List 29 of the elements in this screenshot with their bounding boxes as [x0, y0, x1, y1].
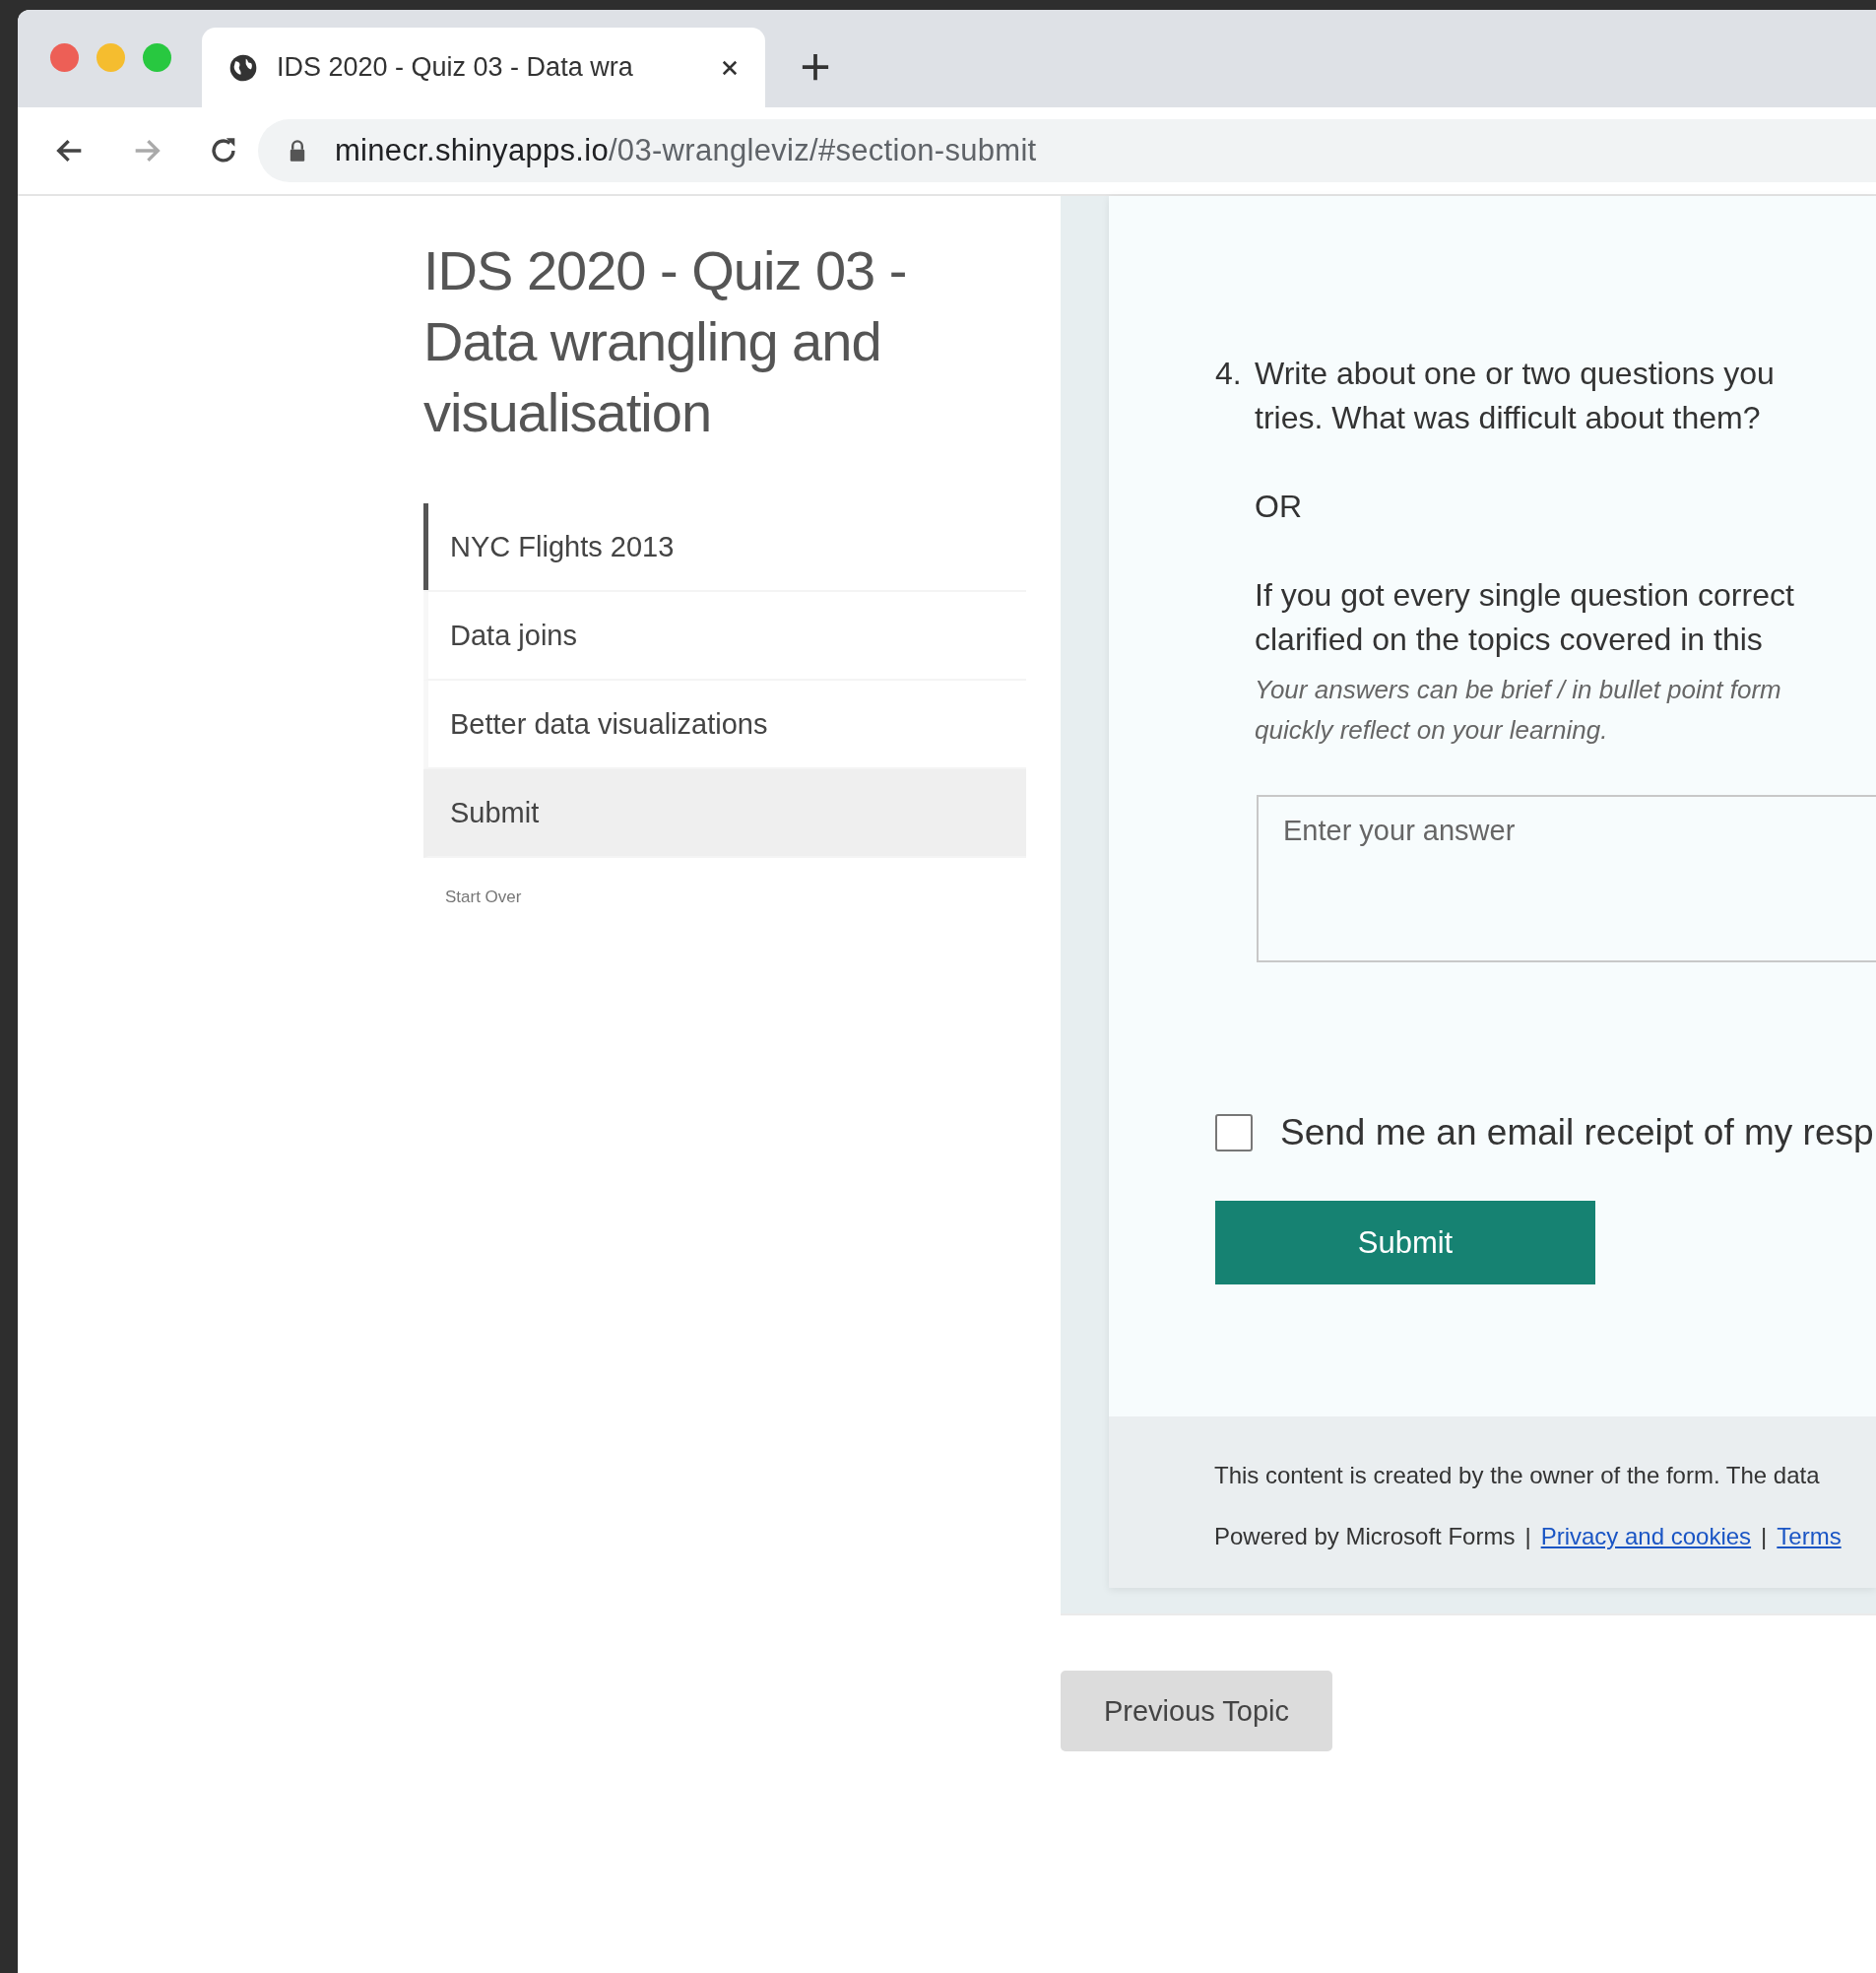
- topic-item[interactable]: NYC Flights 2013: [423, 503, 1026, 592]
- topic-item[interactable]: Submit: [423, 769, 1026, 858]
- footer-link[interactable]: Terms: [1777, 1523, 1842, 1549]
- separator: |: [1761, 1523, 1768, 1549]
- question-text: OR: [1255, 488, 1303, 526]
- new-tab-icon[interactable]: [801, 52, 830, 82]
- receipt-label: Send me an email receipt of my resp: [1280, 1112, 1874, 1153]
- separator: |: [1524, 1523, 1531, 1549]
- powered-by-text: Powered by Microsoft Forms: [1214, 1523, 1516, 1549]
- url-host: minecr.shinyapps.io: [335, 133, 609, 167]
- address-bar[interactable]: minecr.shinyapps.io/03-wrangleviz/#section-submit: [258, 119, 1876, 182]
- receipt-checkbox[interactable]: [1215, 1114, 1253, 1151]
- page-title: IDS 2020 - Quiz 03 - Data wrangling and visualisation: [423, 238, 908, 445]
- previous-topic-button[interactable]: Previous Topic: [1061, 1671, 1332, 1751]
- question-number: 4.: [1215, 355, 1243, 393]
- tab-title: IDS 2020 - Quiz 03 - Data wra: [277, 52, 634, 83]
- start-over-link[interactable]: Start Over: [445, 888, 522, 907]
- close-window-control[interactable]: [50, 43, 79, 72]
- question-hint: Your answers can be brief / in bullet point form quickly reflect on your learning.: [1255, 674, 1782, 747]
- footer-link[interactable]: Privacy and cookies: [1540, 1523, 1752, 1549]
- footer-notice: This content is created by the owner of the form. The data: [1214, 1462, 1821, 1489]
- browser-tab[interactable]: IDS 2020 - Quiz 03 - Data wra: [202, 28, 765, 107]
- answer-field[interactable]: Enter your answer: [1257, 795, 1876, 962]
- question-text: Write about one or two questions you tries. What was difficult about them?: [1255, 355, 1776, 437]
- url-path: /03-wrangleviz/#section-submit: [608, 133, 1037, 167]
- submit-button[interactable]: Submit: [1215, 1201, 1595, 1284]
- question-text: If you got every single question correct clarified on the topics covered in this: [1255, 576, 1794, 659]
- lock-icon: [288, 139, 307, 163]
- topic-item[interactable]: Data joins: [423, 592, 1026, 681]
